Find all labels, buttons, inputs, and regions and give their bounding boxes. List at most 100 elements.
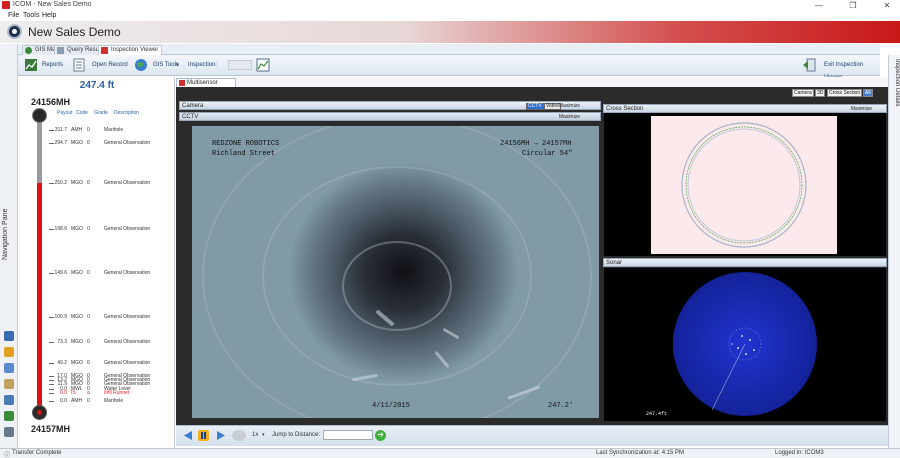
jump-distance-input[interactable]	[323, 430, 373, 440]
observation-payout: 0.0	[60, 398, 67, 404]
view-camera-button[interactable]: Camera	[792, 89, 814, 97]
camera-maximize-button[interactable]: Maximize	[559, 102, 580, 111]
observation-code: MGO	[71, 226, 83, 232]
camera-panel-header: Camera CCTV Video Maximize	[179, 101, 601, 110]
tab-inspection-viewer[interactable]: Inspection Viewer	[98, 45, 163, 55]
window-title: ICOM - New Sales Demo	[13, 1, 92, 8]
filter-icon[interactable]	[4, 395, 14, 405]
speed-gauge-icon	[232, 430, 246, 441]
observation-payout: 198.6	[54, 226, 67, 232]
globe-icon	[25, 47, 32, 54]
rewind-icon[interactable]	[182, 430, 193, 441]
cctv-video-frame[interactable]: REDZONE ROBOTICS Richland Street 24156MH…	[192, 126, 599, 418]
observation-row[interactable]: 49.2 MGO 0 General Observation	[49, 360, 173, 366]
view-cross-section-button[interactable]: Cross Section	[827, 89, 863, 97]
exit-inspection-viewer-button[interactable]: Exit Inspection Viewer	[824, 59, 880, 81]
restore-button[interactable]: ❐	[842, 0, 864, 11]
observation-desc: General Observation	[104, 180, 151, 186]
cctv-maximize-button[interactable]: Maximize	[559, 113, 580, 122]
observation-payout: 49.2	[57, 360, 67, 366]
status-bar: ⓘ Transfer Complete Last Synchronization…	[0, 448, 900, 458]
start-node-label: 24156MH	[31, 97, 71, 107]
inspection-details-pane[interactable]: Inspection Details	[888, 55, 900, 448]
observation-grade: a	[87, 390, 90, 396]
last-sync-status: Last Synchronization at: 4:15 PM	[596, 450, 685, 456]
end-node-label: 24157MH	[31, 424, 71, 434]
video-overlay-segment: 24156MH → 24157MH	[500, 140, 572, 148]
logged-in-user: Logged in: ICOM3	[775, 450, 824, 456]
column-code: Code	[76, 110, 88, 116]
observation-row[interactable]: 250.2 MGO 0 General Observation	[49, 180, 173, 186]
view-all-button[interactable]: All	[863, 89, 873, 97]
navigation-pane-label: Navigation Pane	[2, 208, 9, 260]
observation-desc: General Observation	[104, 339, 151, 345]
view-mode-toolbar: Camera 3D Cross Section All	[176, 87, 888, 99]
window-titlebar: ICOM - New Sales Demo — ❐ ✕	[0, 0, 900, 11]
observation-row[interactable]: 0.0 IS a Infil Runner	[49, 390, 173, 396]
column-grade: Grade	[94, 110, 108, 116]
observation-desc: General Observation	[104, 270, 151, 276]
cross-section-rings	[681, 122, 807, 248]
track-position-handle[interactable]	[32, 108, 47, 123]
menu-tools[interactable]: Tools	[23, 12, 39, 19]
observation-row[interactable]: 0.0 AMH 0 Manhole	[49, 398, 173, 404]
view-3d-button[interactable]: 3D	[815, 89, 826, 97]
observation-payout: 100.9	[54, 314, 67, 320]
open-record-button[interactable]: Open Record	[92, 59, 128, 72]
speed-chevron-down-icon[interactable]: ▾	[262, 432, 265, 438]
document-tabs: GIS Map Query Results Inspection Viewer	[18, 44, 880, 55]
sonar-readout: 247.4ft	[646, 411, 668, 417]
observation-grade: 0	[87, 180, 90, 186]
tag-icon[interactable]	[4, 379, 14, 389]
settings-icon[interactable]	[4, 427, 14, 437]
observation-payout: 0.0	[60, 390, 67, 396]
cross-section-plot[interactable]	[651, 116, 837, 254]
cctv-panel-header: CCTV Maximize	[179, 112, 601, 121]
observation-code: MGO	[71, 140, 83, 146]
observation-row[interactable]: 149.6 MGO 0 General Observation	[49, 270, 173, 276]
chevron-down-icon[interactable]: ▾	[176, 59, 179, 72]
column-payout: Payout	[57, 110, 73, 116]
folder-icon[interactable]	[4, 347, 14, 357]
observation-row[interactable]: 198.6 MGO 0 General Observation	[49, 226, 173, 232]
open-record-icon	[73, 58, 85, 72]
status-message: Transfer Complete	[12, 450, 62, 456]
map-icon[interactable]	[4, 363, 14, 373]
observation-row[interactable]: 100.9 MGO 0 General Observation	[49, 314, 173, 320]
observation-desc: Manhole	[104, 127, 124, 133]
app-logo	[7, 24, 22, 39]
observation-grade: 0	[87, 398, 90, 404]
menu-file[interactable]: File	[8, 12, 19, 19]
reports-button[interactable]: Reports	[42, 59, 63, 72]
gis-globe-icon	[135, 59, 147, 71]
sonar-canvas[interactable]: 247.4ft	[604, 268, 886, 421]
go-arrow-icon[interactable]: ➜	[375, 430, 386, 441]
observation-code: MGO	[71, 360, 83, 366]
track-end-marker[interactable]	[32, 405, 47, 420]
observation-desc: General Observation	[104, 140, 151, 146]
observation-row[interactable]: 294.7 MGO 0 General Observation	[49, 140, 173, 146]
chart-tool-icon[interactable]	[256, 58, 270, 72]
observation-grade: 0	[87, 339, 90, 345]
observation-row[interactable]: 73.3 MGO 0 General Observation	[49, 339, 173, 345]
observation-code: MGO	[71, 270, 83, 276]
exit-icon	[803, 58, 816, 72]
sonar-panel-header: Sonar	[603, 258, 887, 267]
minimize-button[interactable]: —	[808, 0, 830, 11]
playback-speed[interactable]: 1x	[252, 432, 258, 438]
chart-icon[interactable]	[4, 411, 14, 421]
observation-code: AMH	[71, 398, 83, 404]
navigation-pane[interactable]: Navigation Pane	[0, 44, 18, 448]
cctv-toggle-button[interactable]: CCTV	[526, 103, 544, 110]
play-forward-icon[interactable]	[216, 430, 227, 441]
info-icon: ⓘ	[4, 453, 11, 458]
observation-grade: 0	[87, 226, 90, 232]
layers-icon[interactable]	[4, 331, 14, 341]
pause-icon[interactable]	[198, 430, 209, 441]
tab-multisensor[interactable]: Multisensor	[176, 78, 236, 87]
close-button[interactable]: ✕	[876, 0, 898, 11]
inspection-field[interactable]	[228, 60, 252, 70]
menu-help[interactable]: Help	[42, 12, 56, 19]
observation-row[interactable]: 311.7 AMH 0 Manhole	[49, 127, 173, 133]
observation-payout: 73.3	[57, 339, 67, 345]
